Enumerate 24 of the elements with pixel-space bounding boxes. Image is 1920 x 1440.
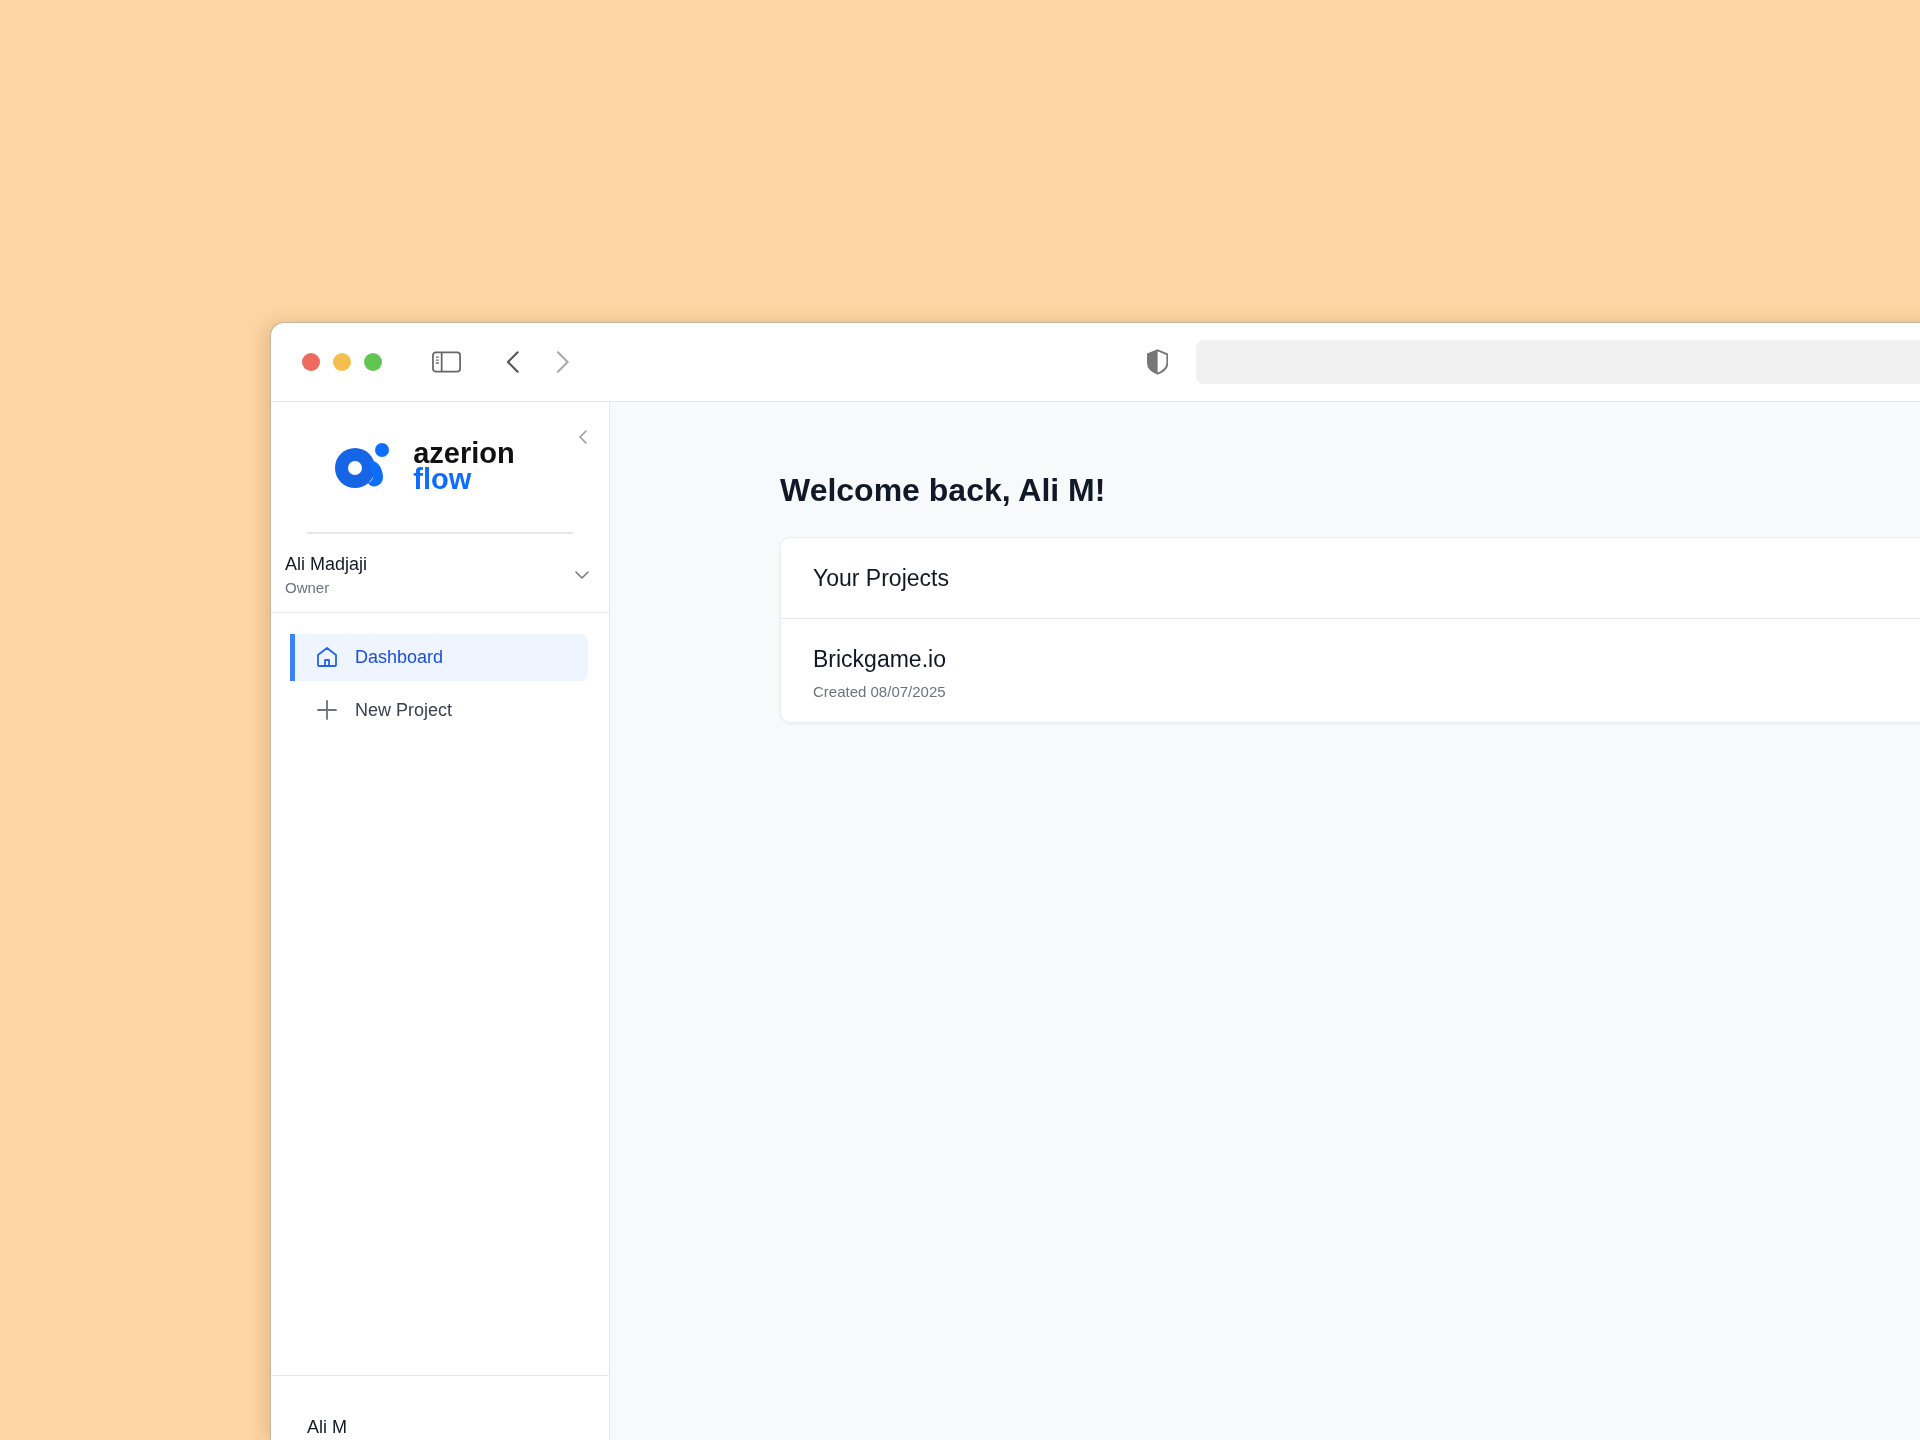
card-title: Your Projects xyxy=(813,564,949,592)
project-row[interactable]: Brickgame.io Created 08/07/2025 xyxy=(781,619,1920,722)
logo-product: flow xyxy=(413,466,473,492)
welcome-heading: Welcome back, Ali M! xyxy=(780,471,1107,510)
shield-icon[interactable] xyxy=(1147,349,1169,375)
collapse-chevron-icon[interactable] xyxy=(579,430,587,444)
plus-icon xyxy=(315,698,339,722)
close-button[interactable] xyxy=(302,353,320,371)
home-icon xyxy=(315,645,339,669)
footer-user-name: Ali M xyxy=(307,1417,347,1437)
minimize-button[interactable] xyxy=(333,353,351,371)
nav-item[interactable]: New Project xyxy=(290,686,588,734)
logo-name: azerion xyxy=(413,440,515,466)
nav-item[interactable]: Dashboard xyxy=(290,633,588,681)
user-menu[interactable]: Ali Madjaji Owner xyxy=(271,533,609,613)
project-date: Created 08/07/2025 xyxy=(813,683,947,700)
sidebar-toggle-icon[interactable] xyxy=(432,351,462,373)
forward-icon[interactable] xyxy=(555,350,570,374)
back-icon[interactable] xyxy=(506,350,520,374)
user-role: Owner xyxy=(285,578,331,596)
chevron-down-icon[interactable] xyxy=(575,570,589,579)
zoom-button[interactable] xyxy=(364,353,382,371)
project-name: Brickgame.io xyxy=(813,646,947,673)
user-name: Ali Madjaji xyxy=(285,553,368,575)
